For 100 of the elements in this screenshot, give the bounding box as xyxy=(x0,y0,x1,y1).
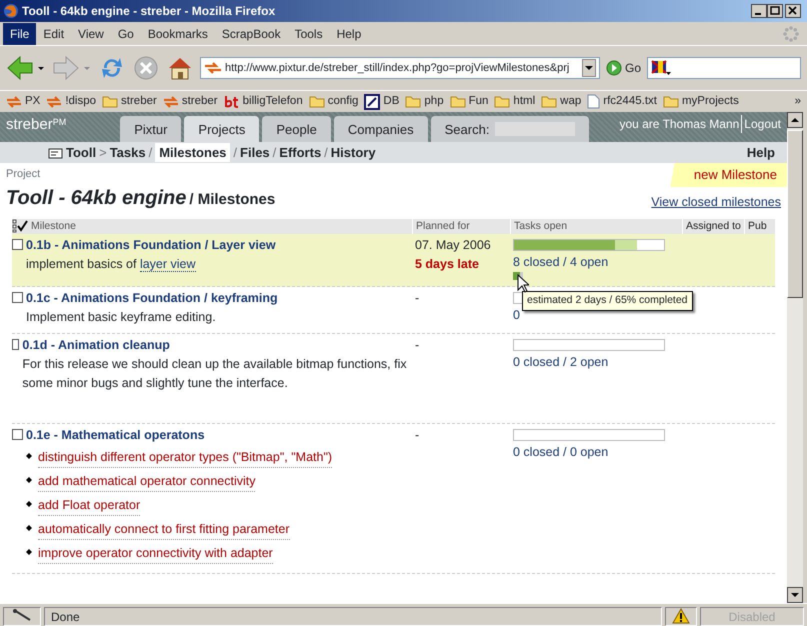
folder-icon xyxy=(541,95,558,108)
task-link[interactable]: add mathematical operator connectivity xyxy=(38,471,256,492)
subnav-tab[interactable]: Tasks xyxy=(110,142,146,162)
bookmark-item[interactable]: streber xyxy=(102,92,157,110)
folder-icon xyxy=(662,95,679,108)
folder-icon xyxy=(405,95,422,108)
tasks-link[interactable]: 8 closed / 4 open xyxy=(513,253,682,272)
description-link[interactable]: layer view xyxy=(140,257,196,272)
close-icon[interactable] xyxy=(785,4,801,18)
go-icon xyxy=(606,60,622,76)
db-icon xyxy=(364,94,380,110)
scrollbar-thumb[interactable] xyxy=(787,130,803,298)
search-label: Search: xyxy=(444,120,490,138)
menu-item[interactable]: Go xyxy=(110,22,141,44)
milestone-link[interactable]: 0.1e - Mathematical operatons xyxy=(26,426,346,444)
back-arrow-icon[interactable] xyxy=(6,54,46,82)
menu-item[interactable]: Bookmarks xyxy=(140,22,215,44)
row-checkbox[interactable] xyxy=(12,428,23,440)
bookmark-item[interactable]: php xyxy=(405,92,444,110)
bullet-icon xyxy=(26,453,32,460)
help-link[interactable]: Help xyxy=(746,142,775,162)
folder-icon xyxy=(102,95,118,108)
planned-date: - xyxy=(415,426,420,444)
separator-mark: / xyxy=(233,144,238,162)
milestone-link[interactable]: 0.1d - Animation cleanup xyxy=(22,336,412,354)
menu-item[interactable]: Help xyxy=(330,22,368,44)
bookmark-item[interactable]: myProjects xyxy=(662,92,739,110)
milestone-description: For this release we should clean up the available bitmap functions, fix some minor bugs and slightly tune the interface. xyxy=(22,356,408,392)
stop-icon[interactable] xyxy=(132,54,160,82)
menu-item[interactable]: Edit xyxy=(36,22,72,44)
warning-icon xyxy=(672,608,690,624)
milestone-link[interactable]: 0.1c - Animations Foundation / keyframing xyxy=(26,289,278,308)
separator-mark: / xyxy=(272,144,276,162)
subnav-tab[interactable]: Files xyxy=(240,142,270,162)
row-checkbox[interactable] xyxy=(12,292,23,303)
milestone-link[interactable]: 0.1b - Animations Foundation / Layer view xyxy=(26,236,276,255)
task-link[interactable]: automatically connect to first fitting parameter xyxy=(38,519,290,540)
separator-mark: > xyxy=(99,144,107,162)
tasks-link[interactable]: 0 closed / 0 open xyxy=(513,442,682,462)
separator-mark: / xyxy=(148,144,152,162)
subnav-tab[interactable]: History xyxy=(330,142,376,162)
site-icon xyxy=(6,96,22,108)
throbber-icon xyxy=(782,24,800,42)
row-checkbox[interactable] xyxy=(12,239,23,250)
logout-link[interactable]: Logout xyxy=(741,115,781,133)
more-bookmarks-button[interactable]: » xyxy=(794,92,801,110)
row-checkbox[interactable] xyxy=(12,338,20,350)
nav-tab[interactable]: People xyxy=(262,116,331,142)
task-link[interactable]: add Float operator xyxy=(38,495,140,516)
planned-date: - xyxy=(415,336,420,354)
site-icon xyxy=(162,96,179,108)
site-icon xyxy=(204,62,222,74)
logo: streber$^{PM}$ xyxy=(6,115,66,135)
bookmark-item[interactable]: config xyxy=(308,92,358,110)
bookmark-item[interactable]: Fun xyxy=(450,92,488,110)
flag-icon[interactable] xyxy=(651,60,672,76)
task-link[interactable]: improve operator connectivity with adapter xyxy=(38,543,273,564)
bullet-icon xyxy=(26,477,32,484)
bookmark-item[interactable]: billigTelefon xyxy=(224,92,303,110)
bookmark-item[interactable]: html xyxy=(494,92,536,110)
bt-logo-icon xyxy=(224,95,240,108)
scroll-up-icon[interactable] xyxy=(787,112,803,128)
view-closed-link[interactable]: View closed milestones xyxy=(651,192,781,212)
milestone-description: Implement basic keyframe editing. xyxy=(26,308,217,326)
nav-tab[interactable]: Pixtur xyxy=(120,116,182,142)
planned-date: 07. May 2006 xyxy=(415,237,492,254)
subnav-tab[interactable]: Efforts xyxy=(279,142,322,162)
bookmark-item[interactable]: wap xyxy=(541,92,582,110)
milestone-description: implement basics of layer view xyxy=(26,256,197,274)
nav-tab[interactable]: Companies xyxy=(334,116,428,142)
site-icon xyxy=(46,96,62,108)
search-field[interactable] xyxy=(647,57,801,79)
subnav-tab[interactable]: Milestones xyxy=(155,142,230,162)
menu-item[interactable]: File xyxy=(3,22,36,44)
bullet-icon xyxy=(26,549,32,556)
bookmark-item[interactable]: !dispo xyxy=(46,92,96,110)
menu-item[interactable]: Tools xyxy=(288,22,330,44)
planned-date: - xyxy=(415,290,420,307)
tasks-link[interactable]: 0 closed / 2 open xyxy=(513,352,682,372)
bookmark-item[interactable]: PX xyxy=(6,92,40,110)
go-button[interactable]: Go xyxy=(606,59,642,77)
folder-icon xyxy=(308,95,325,108)
column-header: Milestone xyxy=(31,218,76,234)
bookmark-item[interactable]: streber xyxy=(162,92,218,110)
bookmark-item[interactable]: DB xyxy=(364,92,400,110)
menu-item[interactable]: View xyxy=(71,22,111,44)
breadcrumb-label: Project xyxy=(6,167,42,182)
bookmark-item[interactable]: rfc2445.txt xyxy=(587,92,657,110)
nav-tab[interactable]: Projects xyxy=(184,116,260,142)
menu-item[interactable]: ScrapBook xyxy=(214,22,288,44)
scroll-down-icon[interactable] xyxy=(787,587,803,603)
address-field[interactable]: http://www.pixtur.de/streber_still/index.php?go=projViewMilestones&prj xyxy=(200,57,600,79)
select-all-icon[interactable] xyxy=(12,219,28,234)
subnav-tab[interactable]: Tooll xyxy=(48,142,96,162)
minimize-icon[interactable] xyxy=(751,4,767,18)
bullet-icon xyxy=(26,525,32,532)
tooltip: estimated 2 days / 65% completed xyxy=(522,291,693,311)
maximize-icon[interactable] xyxy=(767,4,783,18)
task-link[interactable]: distinguish different operator types ("Bitmap", "Math") xyxy=(38,447,332,468)
bullet-icon xyxy=(26,501,32,508)
